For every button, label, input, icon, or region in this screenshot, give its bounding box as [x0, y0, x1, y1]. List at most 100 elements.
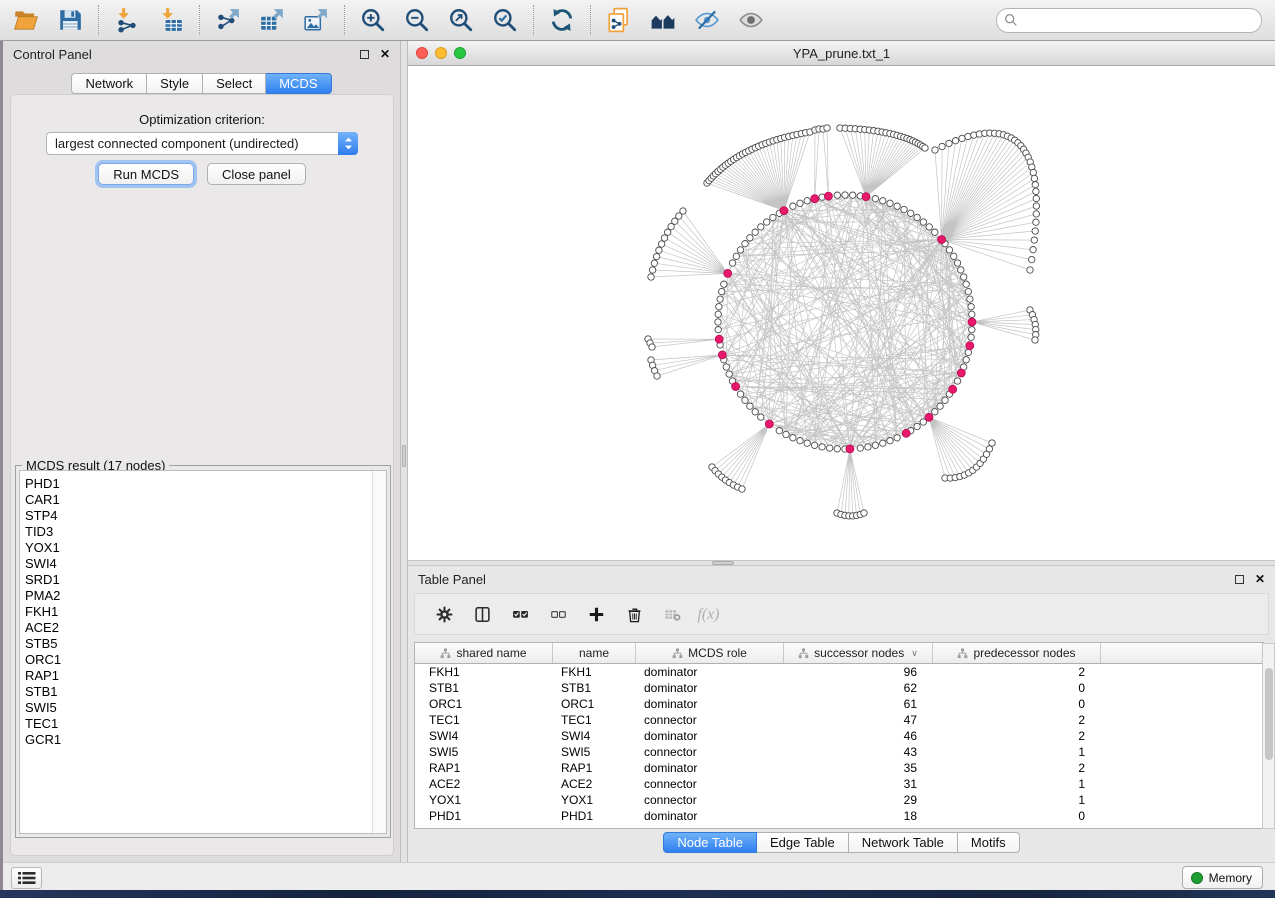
table-cell: YOX1 [553, 792, 636, 808]
panel-list-button[interactable] [11, 867, 42, 889]
tab-network[interactable]: Network [71, 73, 147, 94]
select-all-icon[interactable] [505, 599, 535, 629]
table-row[interactable]: TEC1TEC1connector472 [415, 712, 1263, 728]
mcds-result-item[interactable]: RAP1 [25, 668, 386, 684]
add-column-icon[interactable] [581, 599, 611, 629]
toolbar-separator [199, 5, 200, 35]
network-file-icon[interactable] [601, 3, 637, 37]
tab-node-table[interactable]: Node Table [663, 832, 757, 853]
table-cell: 2 [933, 664, 1101, 680]
delete-column-icon[interactable] [619, 599, 649, 629]
import-network-icon[interactable] [109, 3, 145, 37]
splitter-grip[interactable] [402, 445, 406, 467]
network-canvas[interactable] [408, 66, 1275, 560]
mcds-result-item[interactable]: SWI4 [25, 556, 386, 572]
table-row[interactable]: FKH1FKH1dominator962 [415, 664, 1263, 680]
first-neighbors-icon[interactable] [645, 3, 681, 37]
mcds-result-item[interactable]: PHD1 [25, 476, 386, 492]
open-folder-icon[interactable] [8, 3, 44, 37]
tab-motifs[interactable]: Motifs [958, 832, 1020, 853]
close-panel-icon[interactable]: ✕ [380, 48, 390, 60]
table-row[interactable]: STB1STB1dominator620 [415, 680, 1263, 696]
sort-arrow-icon[interactable]: ∨ [911, 648, 918, 659]
vertical-splitter[interactable] [400, 41, 408, 862]
zoom-out-icon[interactable] [399, 3, 435, 37]
table-row[interactable]: SWI5SWI5connector431 [415, 744, 1263, 760]
list-icon [18, 871, 36, 885]
mcds-result-item[interactable]: CAR1 [25, 492, 386, 508]
table-cell: dominator [636, 728, 784, 744]
settings-gear-icon[interactable] [429, 599, 459, 629]
table-cell: SWI4 [415, 728, 553, 744]
export-table-icon[interactable] [254, 3, 290, 37]
float-panel-icon[interactable] [360, 50, 369, 59]
float-panel-icon[interactable] [1235, 575, 1244, 584]
split-table-icon[interactable] [467, 599, 497, 629]
mcds-result-item[interactable]: SWI5 [25, 700, 386, 716]
desktop-edge-bottom [0, 890, 1275, 898]
result-scrollbar[interactable] [372, 471, 386, 833]
column-header-MCDS-role[interactable]: MCDS role [636, 643, 784, 663]
mcds-result-item[interactable]: STB5 [25, 636, 386, 652]
tab-edge-table[interactable]: Edge Table [757, 832, 849, 853]
close-panel-icon[interactable]: ✕ [1255, 573, 1265, 585]
mcds-result-item[interactable]: TID3 [25, 524, 386, 540]
mcds-result-item[interactable]: YOX1 [25, 540, 386, 556]
tab-select[interactable]: Select [203, 73, 266, 94]
run-mcds-button[interactable]: Run MCDS [98, 163, 194, 185]
table-row[interactable]: SWI4SWI4dominator462 [415, 728, 1263, 744]
network-window-titlebar[interactable]: YPA_prune.txt_1 [408, 41, 1275, 66]
search-input[interactable] [996, 8, 1262, 33]
column-header-name[interactable]: name [553, 643, 636, 663]
table-cell: dominator [636, 664, 784, 680]
mcds-result-item[interactable]: ACE2 [25, 620, 386, 636]
table-row[interactable]: RAP1RAP1dominator352 [415, 760, 1263, 776]
table-row[interactable]: PHD1PHD1dominator180 [415, 808, 1263, 824]
memory-button[interactable]: Memory [1182, 866, 1263, 889]
tab-style[interactable]: Style [147, 73, 203, 94]
scrollbar-thumb[interactable] [1265, 668, 1273, 760]
mcds-result-item[interactable]: PMA2 [25, 588, 386, 604]
tab-mcds[interactable]: MCDS [266, 73, 331, 94]
table-cell: 1 [933, 776, 1101, 792]
refresh-layout-icon[interactable] [544, 3, 580, 37]
zoom-in-icon[interactable] [355, 3, 391, 37]
show-all-icon[interactable] [733, 3, 769, 37]
table-scrollbar[interactable] [1262, 643, 1275, 829]
table-header-row: shared namenameMCDS role successor nodes ∨… [415, 643, 1263, 664]
mcds-result-item[interactable]: ORC1 [25, 652, 386, 668]
mcds-result-item[interactable]: STP4 [25, 508, 386, 524]
mcds-result-item[interactable]: TEC1 [25, 716, 386, 732]
export-image-icon[interactable] [298, 3, 334, 37]
mcds-result-item[interactable]: FKH1 [25, 604, 386, 620]
column-header-shared-name[interactable]: shared name [415, 643, 553, 663]
column-header-successor-nodes[interactable]: successor nodes ∨ [784, 643, 933, 663]
deselect-all-icon[interactable] [543, 599, 573, 629]
search-field[interactable] [996, 8, 1262, 33]
import-table-icon[interactable] [153, 3, 189, 37]
zoom-selected-icon[interactable] [487, 3, 523, 37]
table-cell: FKH1 [415, 664, 553, 680]
table-row[interactable]: ACE2ACE2connector311 [415, 776, 1263, 792]
svg-text:f(x): f(x) [698, 606, 720, 623]
save-session-icon[interactable] [52, 3, 88, 37]
export-network-icon[interactable] [210, 3, 246, 37]
column-label: successor nodes [814, 646, 904, 660]
mcds-result-item[interactable]: SRD1 [25, 572, 386, 588]
hide-selected-icon[interactable] [689, 3, 725, 37]
column-header-predecessor-nodes[interactable]: predecessor nodes [933, 643, 1101, 663]
mcds-result-list[interactable]: PHD1CAR1STP4TID3YOX1SWI4SRD1PMA2FKH1ACE2… [19, 470, 387, 834]
network-window-title: YPA_prune.txt_1 [408, 46, 1275, 61]
criterion-dropdown[interactable]: largest connected component (undirected) [46, 132, 358, 155]
table-cell: dominator [636, 680, 784, 696]
table-panel-title: Table Panel [418, 572, 1235, 587]
mcds-result-item[interactable]: STB1 [25, 684, 386, 700]
table-row[interactable]: ORC1ORC1dominator610 [415, 696, 1263, 712]
splitter-grip[interactable] [712, 561, 734, 565]
tab-network-table[interactable]: Network Table [849, 832, 958, 853]
mcds-result-item[interactable]: GCR1 [25, 732, 386, 748]
toolbar-separator [98, 5, 99, 35]
zoom-fit-icon[interactable] [443, 3, 479, 37]
close-panel-button[interactable]: Close panel [207, 163, 306, 185]
table-row[interactable]: YOX1YOX1connector291 [415, 792, 1263, 808]
